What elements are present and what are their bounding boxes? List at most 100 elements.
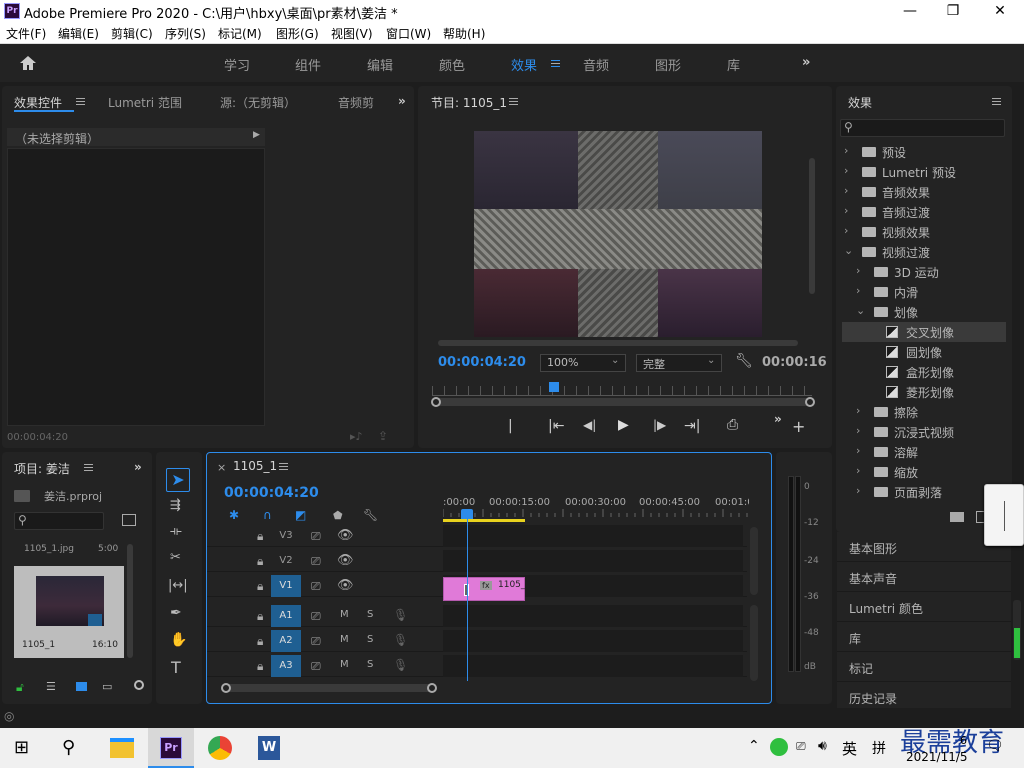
freeform-view-icon[interactable]: ▭	[102, 680, 112, 693]
floating-widget[interactable]	[984, 484, 1024, 546]
track-sync-icon[interactable]: ⎚	[311, 529, 321, 544]
quality-select[interactable]: 完整 ⌄	[636, 354, 722, 372]
workspace-effects[interactable]: 效果	[511, 55, 537, 74]
work-area-bar[interactable]	[443, 519, 525, 522]
track-select-tool-icon[interactable]: ⇶	[170, 498, 181, 513]
minimize-button[interactable]: —	[890, 1, 930, 21]
track-lock-icon[interactable]: 🔒︎	[257, 659, 263, 674]
program-playhead[interactable]	[548, 382, 559, 392]
chevron-right-icon[interactable]: ›	[856, 264, 860, 277]
list-view-icon[interactable]: ☰	[46, 680, 56, 693]
workspace-libraries[interactable]: 库	[727, 55, 740, 74]
chevron-right-icon[interactable]: ›	[856, 404, 860, 417]
track-lane[interactable]	[443, 525, 743, 547]
sequence-menu-icon[interactable]	[279, 463, 288, 470]
track-mic-icon[interactable]: 🎙︎	[393, 633, 408, 647]
lock-icon[interactable]: 🔓︎	[16, 680, 24, 695]
track-mute-button[interactable]: M	[340, 634, 349, 645]
close-sequence-icon[interactable]: ×	[217, 461, 226, 474]
effects-tree-item[interactable]: 交叉划像	[842, 322, 1006, 342]
chevron-right-icon[interactable]: ›	[856, 484, 860, 497]
mark-in-icon[interactable]: |	[508, 418, 513, 434]
expand-arrow-icon[interactable]: ▶	[253, 130, 260, 140]
track-eye-icon[interactable]: 👁︎	[337, 553, 354, 568]
program-ruler[interactable]	[432, 386, 812, 396]
new-bin-icon[interactable]	[950, 512, 964, 522]
panel-overflow-icon[interactable]: »	[398, 94, 406, 108]
program-timecode[interactable]: 00:00:04:20	[438, 355, 526, 370]
type-tool-icon[interactable]: T	[171, 658, 181, 677]
menu-view[interactable]: 视图(V)	[331, 25, 373, 42]
project-overflow-icon[interactable]: »	[134, 460, 142, 474]
menu-file[interactable]: 文件(F)	[6, 25, 46, 42]
add-marker-icon[interactable]: ◩	[295, 508, 306, 522]
volume-icon[interactable]: 🔊︎	[818, 738, 827, 754]
icon-view-icon[interactable]	[76, 682, 87, 691]
linked-selection-icon[interactable]: ∩	[263, 508, 272, 522]
track-lock-icon[interactable]: 🔒︎	[257, 554, 263, 569]
track-mic-icon[interactable]: 🎙︎	[393, 658, 408, 672]
zoom-handle-left[interactable]	[221, 683, 231, 693]
track-eye-icon[interactable]: 👁︎	[337, 578, 354, 593]
effects-tree-item[interactable]: 菱形划像	[842, 382, 1002, 402]
taskbar-premiere[interactable]: Pr	[148, 728, 194, 768]
effects-tree-item[interactable]: › 页面剥落	[842, 482, 1002, 502]
effects-tree-item[interactable]: › 溶解	[842, 442, 1002, 462]
new-bin-icon[interactable]	[122, 514, 136, 526]
razor-tool-icon[interactable]: ✂	[170, 550, 181, 565]
effects-menu-icon[interactable]	[992, 98, 1001, 105]
right-scrollbar[interactable]	[1013, 100, 1019, 520]
project-menu-icon[interactable]	[84, 464, 93, 471]
program-zoom-bar[interactable]	[431, 397, 815, 407]
chevron-right-icon[interactable]: ›	[844, 164, 848, 177]
file-explorer-icon[interactable]	[110, 738, 134, 758]
track-lane[interactable]	[443, 630, 743, 652]
chevron-right-icon[interactable]: ›	[856, 464, 860, 477]
export-frame-icon[interactable]: ⎙	[727, 417, 738, 433]
chevron-down-icon[interactable]: ⌄	[844, 244, 853, 257]
monitor-scrollbar-vertical[interactable]	[809, 158, 815, 294]
audio-scrollbar[interactable]	[750, 605, 758, 681]
menu-marker[interactable]: 标记(M)	[218, 25, 262, 42]
pen-tool-icon[interactable]: ✒	[170, 605, 182, 621]
step-forward-icon[interactable]: |▶	[653, 418, 666, 432]
ime-indicator[interactable]: 英	[842, 738, 857, 759]
menu-sequence[interactable]: 序列(S)	[165, 25, 206, 42]
close-button[interactable]: ✕	[980, 1, 1020, 21]
track-lock-icon[interactable]: 🔒︎	[257, 634, 263, 649]
track-target-toggle[interactable]: A2	[271, 630, 301, 652]
tab-audio-clip-mixer[interactable]: 音频剪	[338, 94, 374, 111]
section-essential-sound[interactable]: 基本声音	[837, 562, 1011, 592]
filter-icon[interactable]: ▸♪	[350, 430, 363, 443]
track-mute-button[interactable]: M	[340, 659, 349, 670]
export-icon[interactable]: ⇪	[378, 429, 388, 443]
windows-start-icon[interactable]: ⊞	[14, 737, 29, 758]
effects-tree-item[interactable]: 圆划像	[842, 342, 1002, 362]
menu-edit[interactable]: 编辑(E)	[58, 25, 99, 42]
sequence-thumbnail[interactable]: 1105_1 16:10	[14, 566, 124, 658]
menu-graphics[interactable]: 图形(G)	[276, 25, 319, 42]
workspace-audio[interactable]: 音频	[583, 55, 609, 74]
tab-lumetri-scopes[interactable]: Lumetri 范围	[108, 94, 182, 111]
timeline-timecode[interactable]: 00:00:04:20	[224, 485, 319, 501]
section-lumetri-color[interactable]: Lumetri 颜色	[837, 592, 1011, 622]
track-lock-icon[interactable]: 🔒︎	[257, 609, 263, 624]
chrome-icon[interactable]	[208, 736, 232, 760]
timeline-settings-icon[interactable]: 🔧︎	[363, 508, 378, 522]
effects-tree-item[interactable]: 盒形划像	[842, 362, 1002, 382]
effects-search-input[interactable]: ⚲	[840, 119, 1005, 137]
menu-help[interactable]: 帮助(H)	[443, 25, 485, 42]
marker-icon[interactable]: ⬟	[333, 509, 343, 522]
track-sync-icon[interactable]: ⎚	[311, 554, 321, 569]
slip-tool-icon[interactable]: |↔|	[168, 578, 188, 593]
chevron-right-icon[interactable]: ›	[844, 224, 848, 237]
word-icon[interactable]: W	[258, 736, 280, 760]
hand-tool-icon[interactable]: ✋	[170, 632, 187, 648]
effects-tree-item[interactable]: › 3D 运动	[842, 262, 1002, 282]
home-icon[interactable]	[19, 55, 37, 71]
zoom-handle-right[interactable]	[427, 683, 437, 693]
track-target-toggle[interactable]: A1	[271, 605, 301, 627]
track-solo-button[interactable]: S	[367, 659, 373, 670]
track-eye-icon[interactable]: 👁︎	[337, 528, 354, 543]
menu-window[interactable]: 窗口(W)	[386, 25, 431, 42]
